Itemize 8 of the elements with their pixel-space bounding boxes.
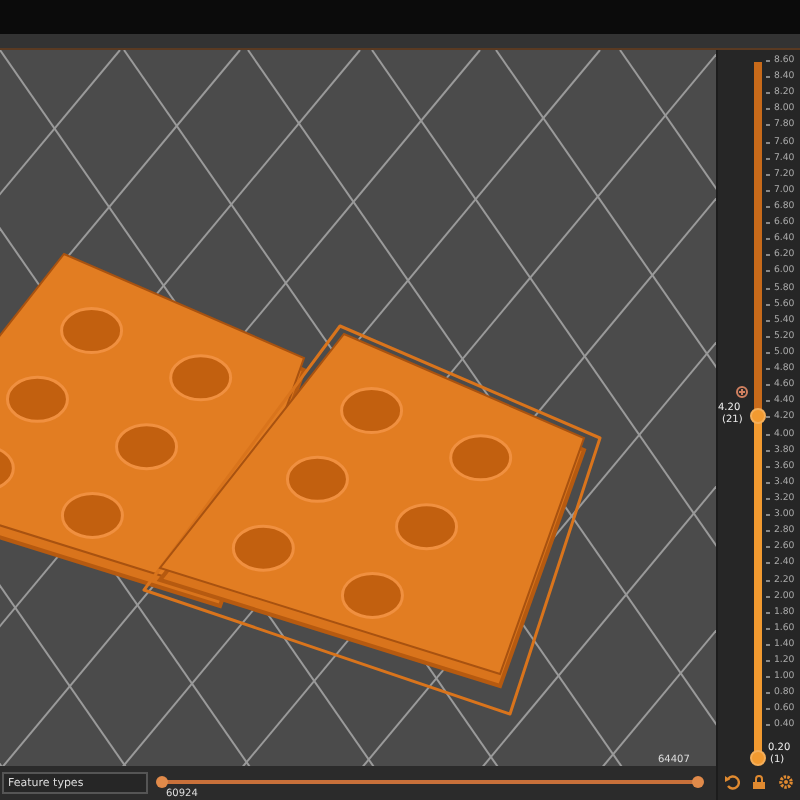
undo-icon[interactable] <box>724 774 740 790</box>
slider-thumb[interactable] <box>692 776 704 788</box>
lock-icon[interactable] <box>752 774 766 790</box>
settings-icon[interactable] <box>778 774 794 790</box>
slider-thumb[interactable] <box>750 408 766 425</box>
slider-thumb[interactable] <box>156 776 168 788</box>
slider-thumb[interactable] <box>750 750 766 766</box>
plus-circle-icon[interactable] <box>736 386 748 399</box>
